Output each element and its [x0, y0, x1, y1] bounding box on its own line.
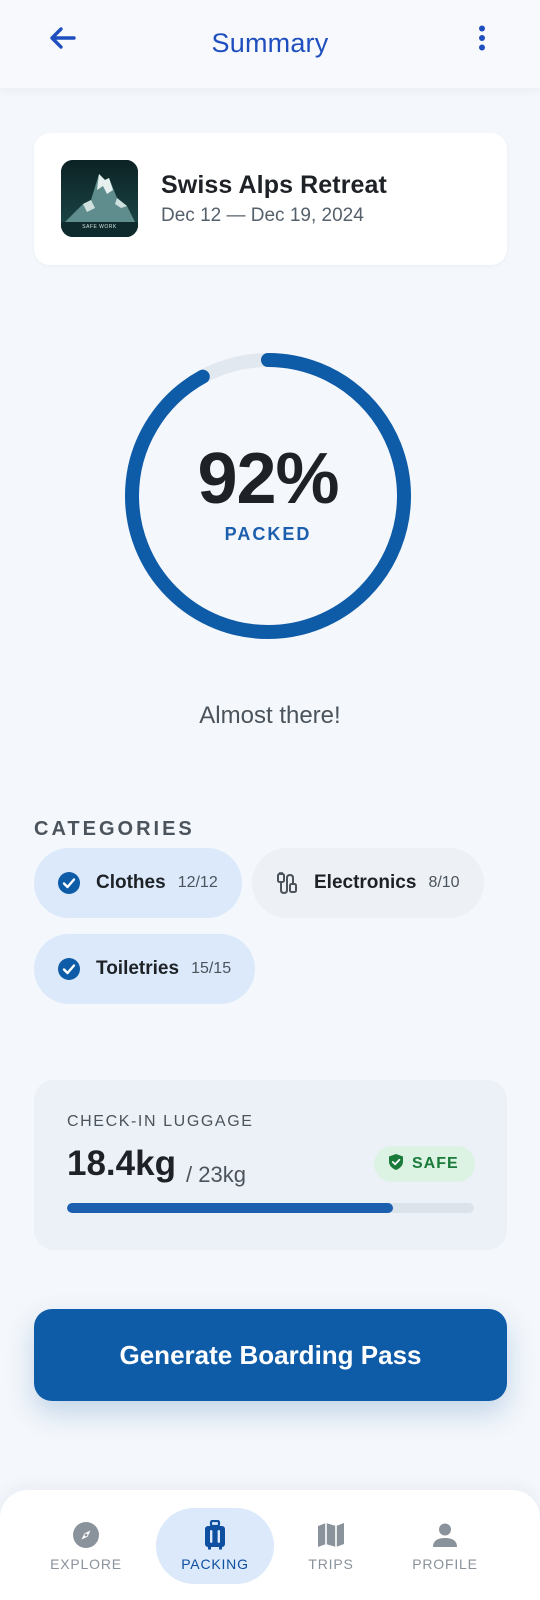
thumbnail-caption: SAFE WORK: [82, 224, 117, 230]
status-badge-label: SAFE: [412, 1155, 459, 1172]
shield-check-icon: [388, 1153, 404, 1176]
progress-message: Almost there!: [199, 702, 341, 729]
person-icon: [430, 1520, 460, 1550]
category-label: Toiletries: [96, 958, 180, 979]
luggage-title: CHECK-IN LUGGAGE: [67, 1113, 254, 1130]
luggage-icon: [200, 1520, 230, 1550]
nav-label: TRIPS: [308, 1556, 354, 1572]
category-label: Clothes: [96, 872, 166, 893]
category-chip-toiletries[interactable]: Toiletries 15/15: [34, 934, 256, 1004]
generate-boarding-pass-button[interactable]: Generate Boarding Pass: [34, 1309, 507, 1401]
status-badge: SAFE: [374, 1146, 475, 1182]
check-circle-icon: [56, 870, 82, 896]
category-chip-electronics[interactable]: Electronics 8/10: [252, 848, 484, 918]
category-count: 12/12: [177, 874, 218, 891]
more-options-button[interactable]: [470, 22, 494, 58]
category-count: 15/15: [191, 960, 232, 977]
luggage-progress-bar: [67, 1203, 474, 1213]
progress-percent: 92%: [197, 439, 339, 519]
cable-icon: [274, 870, 300, 896]
nav-item-trips[interactable]: TRIPS: [272, 1508, 390, 1584]
more-vertical-icon: [478, 25, 486, 56]
trip-dates: Dec 12 — Dec 19, 2024: [161, 205, 364, 226]
page-title: Summary: [211, 28, 329, 58]
trip-name: Swiss Alps Retreat: [161, 171, 387, 199]
nav-label: PROFILE: [412, 1556, 478, 1572]
trip-thumbnail: SAFE WORK: [61, 160, 138, 237]
compass-icon: [71, 1520, 101, 1550]
trip-card[interactable]: SAFE WORK Swiss Alps Retreat Dec 12 — De…: [34, 133, 507, 265]
luggage-max-weight: / 23kg: [186, 1162, 246, 1187]
packing-progress-ring: 92% PACKED: [118, 346, 418, 646]
map-icon: [316, 1520, 346, 1550]
luggage-current-weight: 18.4kg: [67, 1144, 176, 1183]
categories-heading: CATEGORIES: [34, 818, 195, 840]
top-app-bar: Summary: [0, 0, 540, 88]
nav-label: PACKING: [181, 1556, 249, 1572]
bottom-navigation: EXPLORE PACKING TRIPS PROFILE: [0, 1490, 540, 1600]
category-chip-clothes[interactable]: Clothes 12/12: [34, 848, 242, 918]
check-circle-icon: [56, 956, 82, 982]
nav-item-profile[interactable]: PROFILE: [386, 1508, 504, 1584]
luggage-progress-fill: [67, 1203, 393, 1213]
nav-item-explore[interactable]: EXPLORE: [27, 1508, 145, 1584]
luggage-card: CHECK-IN LUGGAGE 18.4kg / 23kg SAFE: [34, 1080, 507, 1250]
category-count: 8/10: [428, 874, 460, 891]
category-label: Electronics: [314, 872, 417, 893]
nav-label: EXPLORE: [50, 1556, 122, 1572]
progress-label: PACKED: [224, 524, 312, 544]
nav-item-packing[interactable]: PACKING: [156, 1508, 274, 1584]
